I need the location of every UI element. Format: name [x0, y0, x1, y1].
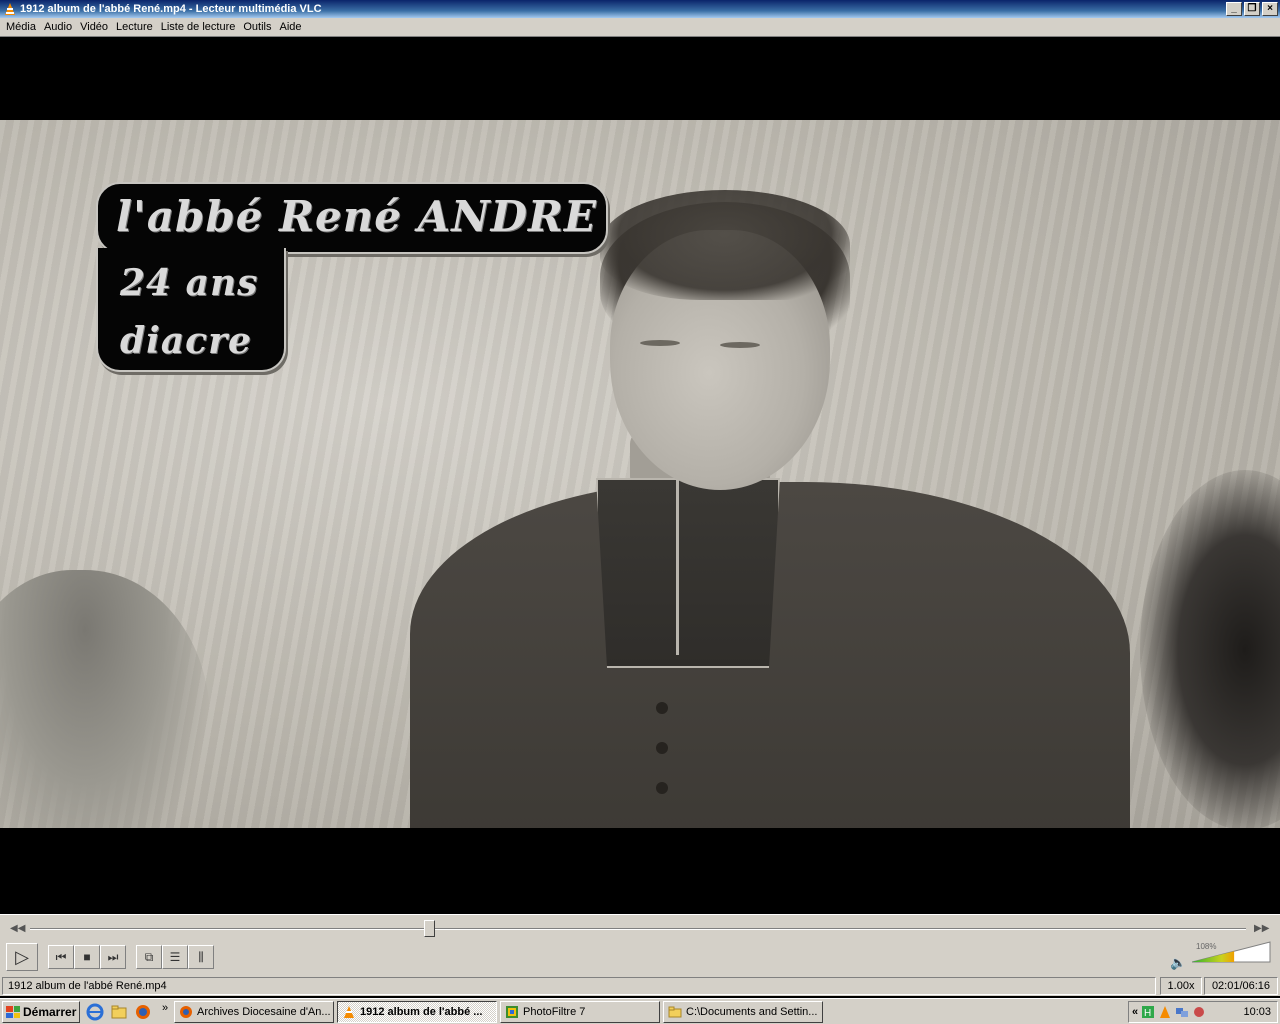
task-archives[interactable]: Archives Diocesaine d'An...	[174, 1001, 334, 1023]
stop-icon: ■	[83, 950, 91, 964]
system-tray: « H 10:03	[1128, 1001, 1278, 1023]
previous-button[interactable]: ⏮	[48, 945, 74, 969]
video-caption-details: 24 ans diacre	[96, 248, 286, 372]
svg-text:H: H	[1144, 1008, 1151, 1019]
task-photofiltre[interactable]: PhotoFiltre 7	[500, 1001, 660, 1023]
vlc-cone-icon	[3, 2, 17, 16]
play-button[interactable]: ▷	[6, 943, 38, 971]
playlist-button[interactable]: ☰	[162, 945, 188, 969]
close-button[interactable]: ×	[1262, 2, 1278, 16]
play-icon: ▷	[15, 946, 29, 967]
volume-icon[interactable]: 🔈	[1170, 955, 1186, 971]
maximize-button[interactable]: ❐	[1244, 2, 1260, 16]
taskbar: Démarrer » Archives Diocesaine d'An... 1…	[0, 998, 1280, 1024]
video-frame: l'abbé René ANDRE 24 ans diacre	[0, 120, 1280, 828]
seek-bar[interactable]	[30, 928, 1246, 930]
video-caption-role: diacre	[120, 320, 252, 362]
firefox-quicklaunch-icon[interactable]	[134, 1003, 152, 1021]
fullscreen-button[interactable]: ⧉	[136, 945, 162, 969]
seek-handle[interactable]	[423, 920, 435, 937]
start-button[interactable]: Démarrer	[2, 1001, 80, 1023]
menu-video[interactable]: Vidéo	[76, 21, 112, 33]
next-button[interactable]: ⏭	[100, 945, 126, 969]
fullscreen-icon: ⧉	[144, 949, 154, 964]
vlc-icon	[344, 1006, 354, 1018]
status-filename: 1912 album de l'abbé René.mp4	[2, 977, 1156, 995]
tray-clock: 10:03	[1243, 1006, 1271, 1018]
menu-media[interactable]: Média	[2, 21, 40, 33]
equalizer-icon: ⫼	[198, 949, 204, 964]
tray-expand-icon[interactable]: «	[1132, 1006, 1138, 1018]
menu-playback[interactable]: Lecture	[112, 21, 157, 33]
task-explorer[interactable]: C:\Documents and Settin...	[663, 1001, 823, 1023]
folder-icon	[668, 1006, 682, 1018]
status-bar: 1912 album de l'abbé René.mp4 1.00x 02:0…	[0, 976, 1280, 996]
next-icon: ⏭	[107, 949, 119, 964]
seek-forward-icon[interactable]: ▶▶	[1254, 923, 1269, 934]
minimize-button[interactable]: _	[1226, 2, 1242, 16]
tray-security-icon[interactable]	[1192, 1005, 1206, 1019]
status-time[interactable]: 02:01/06:16	[1204, 977, 1278, 995]
playback-controls: ◀◀ ▶▶ ▷ ⏮ ■ ⏭ ⧉ ☰ ⫼ 🔈 108%	[0, 914, 1280, 976]
folder-quicklaunch-icon[interactable]	[110, 1003, 128, 1021]
tray-network-icon[interactable]	[1175, 1005, 1189, 1019]
video-caption-age: 24 ans	[120, 262, 259, 304]
video-area[interactable]: l'abbé René ANDRE 24 ans diacre	[0, 38, 1280, 914]
seek-back-icon[interactable]: ◀◀	[10, 923, 25, 934]
clerical-collar-shape	[596, 478, 780, 668]
photofiltre-icon	[506, 1006, 518, 1018]
tray-vlc-icon[interactable]	[1158, 1005, 1172, 1019]
previous-icon: ⏮	[55, 949, 67, 964]
stop-button[interactable]: ■	[74, 945, 100, 969]
firefox-icon	[180, 1006, 192, 1018]
menu-tools[interactable]: Outils	[239, 21, 275, 33]
task-vlc[interactable]: 1912 album de l'abbé ...	[337, 1001, 497, 1023]
playlist-icon: ☰	[169, 950, 181, 964]
menu-playlist[interactable]: Liste de lecture	[157, 21, 240, 33]
quicklaunch-overflow-icon[interactable]: »	[162, 1002, 168, 1014]
start-label: Démarrer	[23, 1005, 77, 1019]
equalizer-button[interactable]: ⫼	[188, 945, 214, 969]
windows-logo-icon	[6, 1006, 20, 1018]
window-title: 1912 album de l'abbé René.mp4 - Lecteur …	[20, 3, 322, 15]
window-titlebar: 1912 album de l'abbé René.mp4 - Lecteur …	[0, 0, 1280, 18]
status-speed[interactable]: 1.00x	[1160, 977, 1202, 995]
menu-help[interactable]: Aide	[275, 21, 305, 33]
video-caption-name: l'abbé René ANDRE	[96, 182, 608, 254]
menu-audio[interactable]: Audio	[40, 21, 76, 33]
volume-slider[interactable]	[1192, 940, 1272, 964]
tray-app-icon[interactable]: H	[1141, 1005, 1155, 1019]
menu-bar: Média Audio Vidéo Lecture Liste de lectu…	[0, 18, 1280, 37]
ie-quicklaunch-icon[interactable]	[86, 1003, 104, 1021]
